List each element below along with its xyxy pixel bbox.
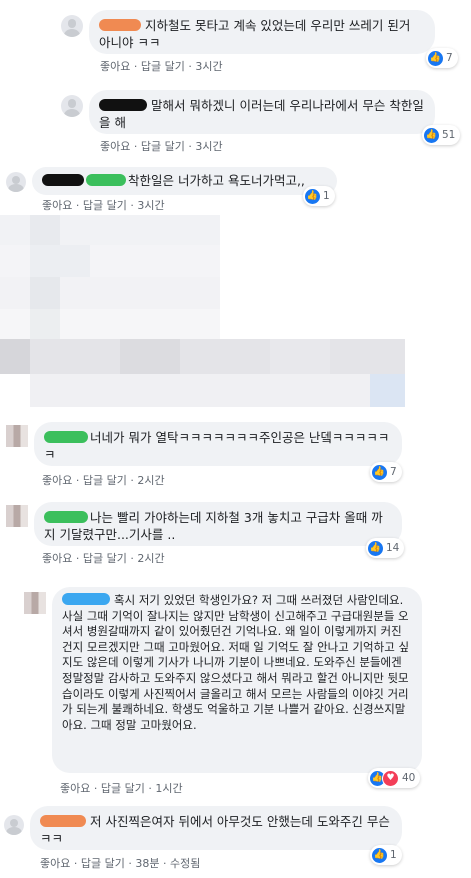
timestamp[interactable]: 2시간 — [137, 474, 164, 487]
redacted-author-name[interactable] — [99, 19, 141, 31]
reaction-count[interactable]: 👍 ♥ 40 — [368, 768, 421, 788]
redacted-author-name[interactable] — [62, 593, 110, 605]
reply-link[interactable]: 답글 달기 — [141, 60, 185, 73]
comment-bubble: 너네가 뭐가 열탁ㅋㅋㅋㅋㅋㅋㅋ주인공은 난뎈ㅋㅋㅋㅋㅋㅋ — [34, 422, 402, 466]
comment-actions: 좋아요 · 답글 달기 · 38분 · 수정됨 — [40, 857, 201, 870]
timestamp[interactable]: 3시간 — [195, 60, 222, 73]
like-link[interactable]: 좋아요 — [42, 199, 72, 212]
timestamp[interactable]: 3시간 — [137, 199, 164, 212]
comment-actions: 좋아요 · 답글 달기 · 1시간 — [60, 782, 183, 795]
comment-text: 나는 빨리 가야하는데 지하철 3개 놓치고 구급차 올때 까지 기달렸구만..… — [44, 510, 383, 542]
reply-link[interactable]: 답글 달기 — [83, 474, 127, 487]
redacted-author-name[interactable] — [86, 174, 126, 186]
like-icon: 👍 — [368, 540, 383, 556]
like-link[interactable]: 좋아요 — [42, 552, 72, 565]
timestamp[interactable]: 3시간 — [195, 140, 222, 153]
like-link[interactable]: 좋아요 — [100, 60, 130, 73]
like-icon: 👍 — [424, 127, 439, 143]
reaction-count[interactable]: 👍 7 — [370, 462, 402, 482]
timestamp[interactable]: 2시간 — [137, 552, 164, 565]
blurred-image — [0, 215, 471, 410]
avatar[interactable] — [61, 95, 83, 117]
love-icon: ♥ — [382, 769, 399, 787]
avatar[interactable] — [24, 592, 46, 614]
comment-actions: 좋아요 · 답글 달기 · 3시간 — [100, 60, 223, 73]
reaction-count[interactable]: 👍 14 — [366, 538, 405, 558]
redacted-author-name[interactable] — [40, 815, 86, 827]
avatar[interactable] — [6, 505, 28, 527]
comment-text: 너네가 뭐가 열탁ㅋㅋㅋㅋㅋㅋㅋ주인공은 난뎈ㅋㅋㅋㅋㅋㅋ — [44, 430, 390, 462]
like-icon: 👍 — [305, 188, 320, 204]
reply-link[interactable]: 답글 달기 — [83, 199, 127, 212]
reaction-count[interactable]: 👍 7 — [426, 48, 458, 68]
avatar[interactable] — [4, 815, 24, 835]
like-icon: 👍 — [372, 847, 387, 863]
like-link[interactable]: 좋아요 — [40, 857, 70, 870]
edited-label: 수정됨 — [169, 857, 201, 870]
timestamp[interactable]: 38분 — [135, 857, 159, 870]
comment-actions: 좋아요 · 답글 달기 · 3시간 — [100, 140, 223, 153]
reply-link[interactable]: 답글 달기 — [81, 857, 125, 870]
comment-text: 말해서 뭐하겠니 이러는데 우리나라에서 무슨 착한일을 해 — [99, 98, 424, 130]
comment-text: 혹시 저기 있었던 학생인가요? 저 그때 쓰러졌던 사람인데요. 사실 그때 … — [62, 593, 410, 732]
reply-link[interactable]: 답글 달기 — [83, 552, 127, 565]
comment-bubble: 착한일은 너가하고 욕도너가먹고,, — [32, 167, 337, 195]
comment-text: 지하철도 못타고 계속 있었는데 우리만 쓰레기 된거 아니야 ㅋㅋ — [99, 18, 411, 50]
like-icon: 👍 — [428, 50, 443, 66]
reply-link[interactable]: 답글 달기 — [101, 782, 145, 795]
reaction-count[interactable]: 👍 51 — [422, 125, 461, 145]
like-link[interactable]: 좋아요 — [42, 474, 72, 487]
comment-bubble: 지하철도 못타고 계속 있었는데 우리만 쓰레기 된거 아니야 ㅋㅋ — [89, 10, 435, 54]
comment-bubble: 혹시 저기 있었던 학생인가요? 저 그때 쓰러졌던 사람인데요. 사실 그때 … — [52, 587, 422, 773]
redacted-author-name[interactable] — [99, 99, 147, 111]
comment-text: 저 사진찍은여자 뒤에서 아무것도 안했는데 도와주긴 무슨ㅋㅋ — [40, 814, 390, 846]
reaction-count[interactable]: 👍 1 — [303, 186, 335, 206]
comment-bubble: 나는 빨리 가야하는데 지하철 3개 놓치고 구급차 올때 까지 기달렸구만..… — [34, 502, 402, 546]
comment-actions: 좋아요 · 답글 달기 · 3시간 — [42, 199, 165, 212]
avatar[interactable] — [6, 172, 26, 192]
like-link[interactable]: 좋아요 — [100, 140, 130, 153]
reaction-count[interactable]: 👍 1 — [370, 845, 402, 865]
avatar[interactable] — [61, 15, 83, 37]
redacted-author-name[interactable] — [44, 511, 88, 523]
timestamp[interactable]: 1시간 — [155, 782, 182, 795]
redacted-author-name[interactable] — [42, 174, 84, 186]
avatar[interactable] — [6, 425, 28, 447]
comment-bubble: 저 사진찍은여자 뒤에서 아무것도 안했는데 도와주긴 무슨ㅋㅋ — [30, 806, 402, 850]
comment-text: 착한일은 너가하고 욕도너가먹고,, — [128, 173, 305, 188]
comment-bubble: 말해서 뭐하겠니 이러는데 우리나라에서 무슨 착한일을 해 — [89, 90, 435, 134]
pixelated-mosaic — [0, 215, 471, 410]
redacted-author-name[interactable] — [44, 431, 88, 443]
comment-actions: 좋아요 · 답글 달기 · 2시간 — [42, 474, 165, 487]
like-link[interactable]: 좋아요 — [60, 782, 90, 795]
comment-actions: 좋아요 · 답글 달기 · 2시간 — [42, 552, 165, 565]
like-icon: 👍 — [372, 464, 387, 480]
reply-link[interactable]: 답글 달기 — [141, 140, 185, 153]
